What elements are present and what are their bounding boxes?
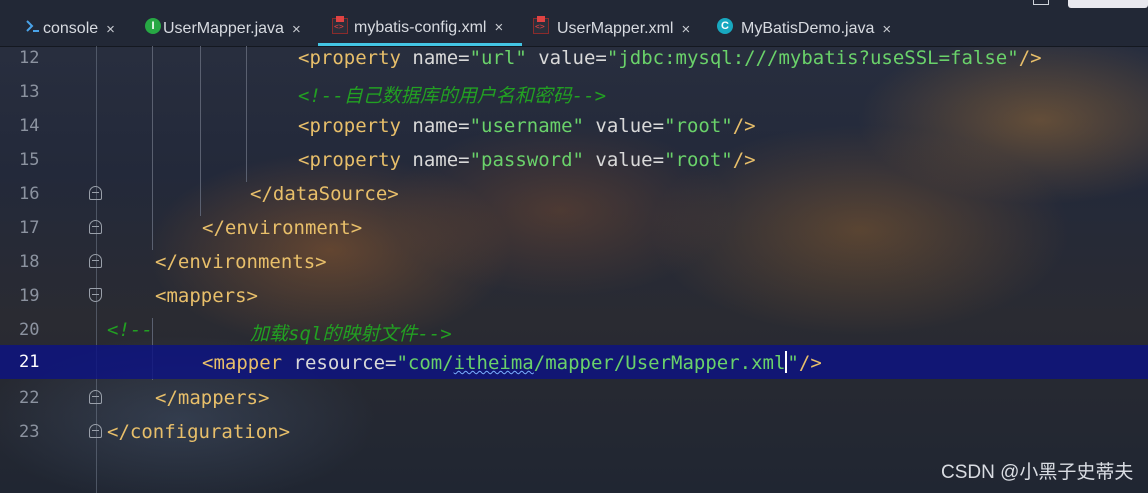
tab-label: UserMapper.xml (557, 20, 674, 37)
xml-tag: </environments> (155, 251, 327, 273)
xml-value: "url" (469, 47, 527, 69)
xml-tag: </dataSource> (250, 183, 399, 205)
close-icon[interactable]: × (106, 21, 115, 38)
xml-attribute: value= (583, 115, 665, 137)
xml-tag: <mapper (202, 352, 294, 374)
tab-label: mybatis-config.xml (354, 18, 487, 36)
line-number: 21 (19, 352, 40, 372)
xml-value: "root" (664, 115, 733, 137)
code-text: <mapper resource="com/itheima/mapper/Use… (202, 351, 822, 374)
xml-tag: /> (732, 115, 756, 137)
xml-attribute: name= (412, 47, 470, 69)
code-line: 20 <!-- 加载sql的映射文件--> (0, 313, 1148, 347)
xml-tag: <property (298, 149, 413, 171)
xml-value: "root" (664, 149, 733, 171)
editor-tab-bar: console × I UserMapper.java × mybatis-co… (0, 0, 1148, 47)
xml-value: "password" (469, 149, 584, 171)
xml-comment: 加载sql的映射文件--> (250, 323, 452, 345)
code-line: 15 <property name="password" value="root… (0, 143, 1148, 177)
code-line: 19 <mappers> (0, 279, 1148, 313)
xml-tag: </mappers> (155, 387, 270, 409)
code-editor[interactable]: 12 <property name="url" value="jdbc:mysq… (0, 46, 1148, 493)
line-number: 23 (19, 422, 40, 442)
xml-value: "username" (469, 115, 584, 137)
line-number: 16 (19, 184, 40, 204)
xml-tag: /> (1018, 47, 1042, 69)
xml-value: " (787, 352, 799, 374)
code-text: <property name="password" value="root"/> (298, 149, 756, 171)
window-control[interactable] (1068, 0, 1148, 8)
line-number: 13 (19, 82, 40, 102)
line-number: 18 (19, 252, 40, 272)
code-line: 17 </environment> (0, 211, 1148, 245)
line-number: 20 (19, 320, 40, 340)
xml-tag: <mappers> (155, 285, 258, 307)
close-icon[interactable]: × (681, 21, 690, 38)
code-line: 18 </environments> (0, 245, 1148, 279)
class-java-icon: C (717, 18, 733, 34)
code-text: <property name="username" value="root"/> (298, 115, 756, 137)
tab-label: UserMapper.java (163, 20, 284, 37)
current-line[interactable]: 21 <mapper resource="com/itheima/mapper/… (0, 345, 1148, 379)
xml-tag: </configuration> (107, 421, 291, 443)
xml-file-icon (533, 16, 549, 34)
code-line: 12 <property name="url" value="jdbc:mysq… (0, 41, 1148, 75)
xml-value: /mapper/UserMapper.xml (533, 352, 786, 374)
code-line: 23 </configuration> (0, 415, 1148, 449)
xml-value: "com/ (396, 352, 454, 374)
line-number: 17 (19, 218, 40, 238)
xml-tag: </environment> (202, 217, 363, 239)
xml-tag: /> (798, 352, 822, 374)
xml-comment: <!-- (107, 319, 153, 341)
xml-attribute: value= (526, 47, 607, 69)
code-line: 14 <property name="username" value="root… (0, 109, 1148, 143)
fold-icon[interactable] (89, 424, 102, 438)
code-line: 13 <!--自己数据库的用户名和密码--> (0, 75, 1148, 109)
fold-icon[interactable] (89, 288, 102, 302)
tab-label: console (43, 20, 99, 37)
xml-tag: <property (298, 47, 413, 69)
line-number: 19 (19, 286, 40, 306)
xml-file-icon (332, 16, 348, 34)
code-line: 22 </mappers> (0, 381, 1148, 415)
line-number: 22 (19, 388, 40, 408)
ide-window: console × I UserMapper.java × mybatis-co… (0, 0, 1148, 493)
csdn-watermark: CSDN @小黑子史蒂夫 (941, 462, 1134, 483)
xml-attribute: name= (412, 115, 470, 137)
tab-label: MyBatisDemo.java (741, 20, 875, 37)
xml-attribute: value= (583, 149, 665, 171)
xml-value: "jdbc:mysql:///mybatis?useSSL=false" (606, 47, 1019, 69)
xml-tag: <property (298, 115, 413, 137)
close-icon[interactable]: × (292, 21, 301, 38)
close-icon[interactable]: × (494, 19, 503, 36)
xml-attribute: resource= (293, 352, 397, 374)
close-icon[interactable]: × (882, 21, 891, 38)
xml-attribute: name= (412, 149, 470, 171)
fold-icon[interactable] (89, 220, 102, 234)
fold-icon[interactable] (89, 390, 102, 404)
code-text: <property name="url" value="jdbc:mysql:/… (298, 47, 1042, 69)
console-icon (25, 18, 41, 34)
xml-comment: <!--自己数据库的用户名和密码--> (298, 85, 607, 107)
code-line: 16 </dataSource> (0, 177, 1148, 211)
xml-tag: /> (732, 149, 756, 171)
line-number: 14 (19, 116, 40, 136)
minimize-icon[interactable] (1033, 0, 1049, 5)
typo-highlight: itheima (453, 352, 534, 374)
interface-java-icon: I (145, 18, 161, 34)
fold-icon[interactable] (89, 186, 102, 200)
line-number: 12 (19, 48, 40, 68)
fold-icon[interactable] (89, 254, 102, 268)
line-number: 15 (19, 150, 40, 170)
